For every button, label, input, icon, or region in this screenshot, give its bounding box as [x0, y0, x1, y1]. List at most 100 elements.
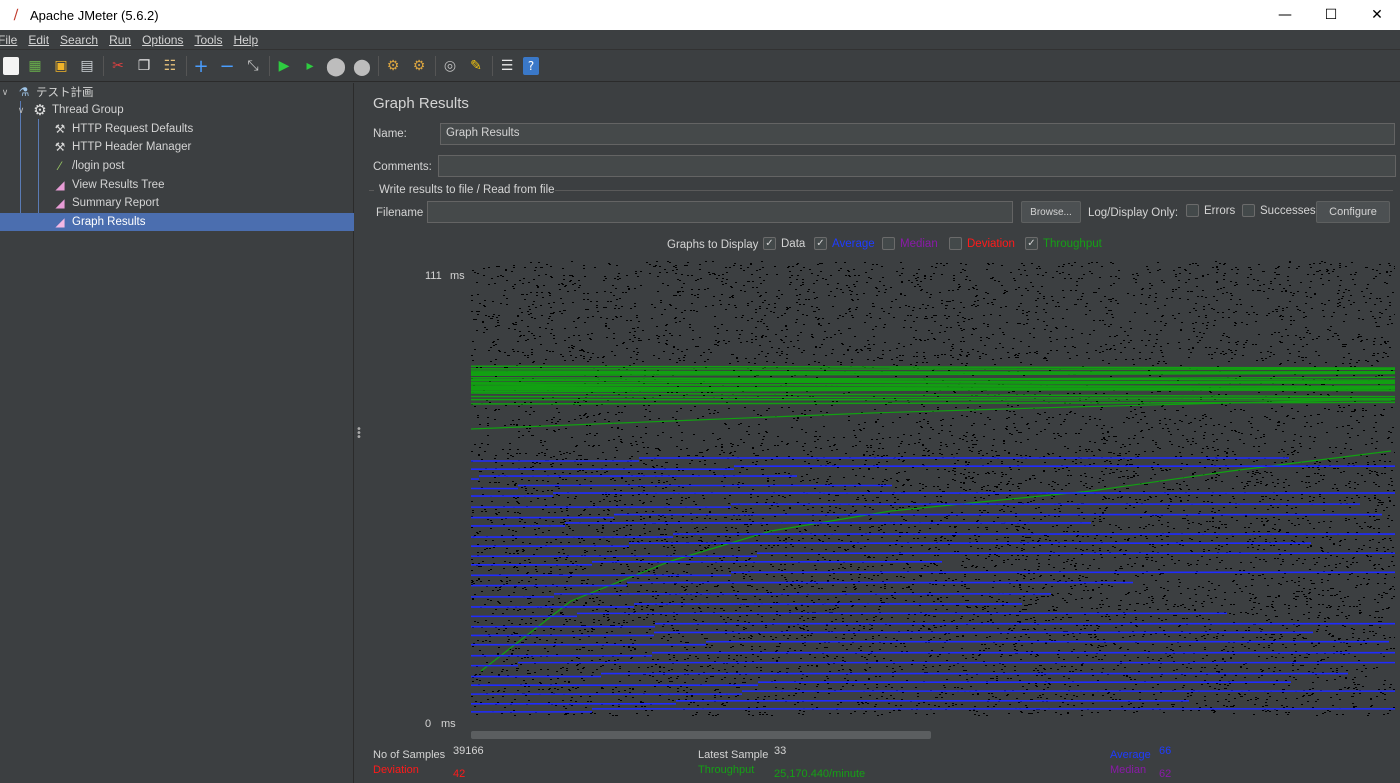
expand-icon[interactable]: + [191, 56, 211, 77]
throughput-trace [471, 395, 1395, 400]
menu-search-label: Search [60, 32, 99, 47]
paste-icon[interactable]: ☷ [160, 56, 180, 76]
menu-help[interactable]: Help [233, 33, 258, 47]
test-plan-tree: ∨ ⚗ テスト計画 ∨ ⚙ Thread Group ⚒ HTTP Reques… [0, 83, 354, 783]
tree-item-label: Graph Results [72, 216, 146, 228]
configure-button[interactable]: Configure [1316, 201, 1390, 223]
menu-options[interactable]: Options [142, 33, 183, 47]
tree-item-label: HTTP Header Manager [72, 141, 192, 153]
deviation-value: 42 [453, 768, 466, 780]
latest-sample-value: 33 [774, 745, 787, 757]
average-label: Average [1110, 749, 1151, 761]
clear-icon[interactable]: ⚙ [383, 56, 403, 76]
tree-item-label: View Results Tree [72, 179, 165, 191]
group-divider [369, 190, 374, 191]
tree-item-login-post[interactable]: ⁄ /login post [52, 157, 354, 175]
median-value: 62 [1159, 768, 1172, 780]
graph-option-data-checkbox[interactable]: ✓ [763, 237, 776, 250]
cut-icon[interactable]: ✂ [108, 56, 128, 76]
menu-edit[interactable]: Edit [28, 33, 49, 47]
graph-results-panel: Graph Results Name: Graph Results Commen… [361, 83, 1400, 783]
open-icon[interactable]: ▣ [51, 56, 71, 76]
start-no-pause-icon[interactable]: ▸ [300, 56, 320, 76]
tree-item-label: Summary Report [72, 197, 159, 209]
deviation-label: Deviation [373, 764, 419, 776]
browse-button[interactable]: Browse... [1021, 201, 1081, 223]
median-label: Median [1110, 764, 1147, 776]
toolbar: ▦ ▣ ▤ ✂ ❐ ☷ + − ⤡ ▶ ▸ ⬤ ⬤ ⚙ ⚙ ◎ ✎ ☰ ? [0, 51, 1400, 82]
menu-run[interactable]: Run [109, 33, 131, 47]
graph-option-throughput-label: Throughput [1043, 238, 1102, 250]
stop-icon[interactable]: ⬤ [326, 56, 346, 77]
clear-all-icon[interactable]: ⚙ [409, 56, 429, 76]
graph-option-throughput-checkbox[interactable]: ✓ [1025, 237, 1038, 250]
graph-option-median-label: Median [900, 238, 938, 250]
throughput-trace [471, 365, 1395, 369]
latest-sample-label: Latest Sample [698, 749, 769, 761]
split-pane-divider[interactable]: • • • [354, 83, 362, 783]
group-divider [555, 190, 1393, 191]
toggle-icon[interactable]: ⤡ [243, 56, 263, 76]
save-icon[interactable]: ▤ [77, 56, 97, 76]
tree-item-view-results-tree[interactable]: ◢ View Results Tree [52, 176, 354, 194]
function-helper-icon[interactable]: ☰ [497, 56, 517, 76]
toolbar-separator [435, 56, 436, 76]
collapse-icon[interactable]: − [217, 56, 237, 77]
toolbar-separator [103, 56, 104, 76]
close-button[interactable]: ✕ [1354, 0, 1400, 30]
tree-item-http-request-defaults[interactable]: ⚒ HTTP Request Defaults [52, 120, 354, 138]
graph-horizontal-scrollbar[interactable] [471, 731, 931, 739]
successes-checkbox[interactable] [1242, 204, 1255, 217]
copy-icon[interactable]: ❐ [134, 56, 154, 76]
templates-icon[interactable]: ▦ [25, 56, 45, 76]
name-field[interactable]: Graph Results [440, 123, 1395, 145]
graph-option-average-checkbox[interactable]: ✓ [814, 237, 827, 250]
throughput-label: Throughput [698, 764, 755, 776]
tree-item-test-plan[interactable]: ∨ ⚗ テスト計画 [0, 83, 354, 101]
chevron-down-icon[interactable]: ∨ [16, 105, 26, 116]
graph-option-data-label: Data [781, 238, 806, 250]
menu-run-label: Run [109, 32, 132, 47]
help-icon[interactable]: ? [523, 57, 539, 75]
filename-field[interactable] [427, 201, 1013, 223]
graph-plot [471, 261, 1395, 716]
chart-icon: ◢ [55, 178, 65, 192]
log-display-label: Log/Display Only: [1088, 207, 1179, 219]
chart-icon: ◢ [55, 215, 65, 229]
shutdown-icon[interactable]: ⬤ [352, 56, 372, 76]
menu-search[interactable]: Search [60, 33, 98, 47]
tree-item-summary-report[interactable]: ◢ Summary Report [52, 194, 354, 212]
new-icon[interactable] [3, 57, 19, 75]
throughput-trace [471, 392, 1395, 398]
comments-label: Comments: [373, 161, 432, 173]
start-icon[interactable]: ▶ [274, 56, 294, 76]
file-group-label: Write results to file / Read from file [379, 184, 555, 196]
name-label: Name: [373, 128, 407, 140]
average-value: 66 [1159, 745, 1172, 757]
tree-item-http-header-manager[interactable]: ⚒ HTTP Header Manager [52, 138, 354, 156]
wrench-icon: ⚒ [54, 140, 66, 154]
graph-option-median-checkbox[interactable] [882, 237, 895, 250]
tree-item-graph-results[interactable]: ◢ Graph Results [0, 213, 354, 231]
reset-search-icon[interactable]: ✎ [466, 56, 486, 76]
filename-label: Filename [376, 207, 424, 219]
menu-tools[interactable]: Tools [194, 33, 222, 47]
chart-icon: ◢ [55, 196, 65, 210]
comments-field[interactable] [438, 155, 1396, 177]
menu-file[interactable]: File [0, 33, 17, 47]
y-min-unit: ms [441, 718, 456, 730]
menu-tools-label: Tools [194, 32, 223, 47]
minimize-button[interactable]: — [1262, 0, 1308, 30]
search-icon[interactable]: ◎ [440, 56, 460, 76]
toolbar-separator [378, 56, 379, 76]
toolbar-separator [492, 56, 493, 76]
chevron-down-icon[interactable]: ∨ [0, 87, 10, 98]
errors-label: Errors [1204, 205, 1236, 217]
graph-option-deviation-checkbox[interactable] [949, 237, 962, 250]
jmeter-feather-icon: ∕ [13, 7, 19, 23]
menu-file-label: File [0, 32, 18, 47]
maximize-button[interactable]: ☐ [1308, 0, 1354, 30]
graph-option-average-label: Average [832, 238, 875, 250]
errors-checkbox[interactable] [1186, 204, 1199, 217]
tree-item-thread-group[interactable]: ∨ ⚙ Thread Group [16, 101, 354, 119]
